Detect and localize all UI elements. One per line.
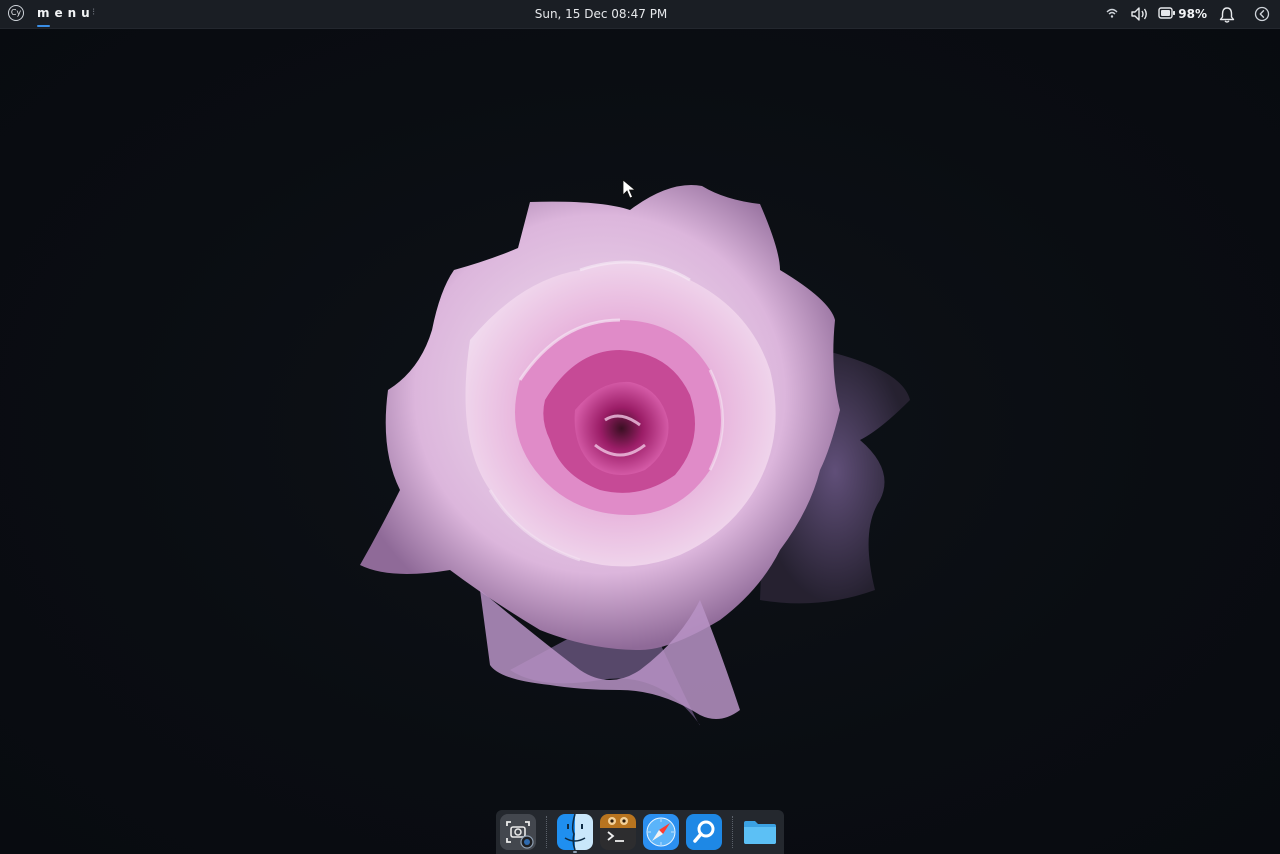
terminal-icon[interactable] [600,814,636,850]
battery-percentage[interactable]: 98% [1178,7,1207,21]
flower-wallpaper [360,185,910,726]
battery-icon[interactable] [1158,6,1176,23]
system-tray: 98% [1080,0,1280,28]
clock[interactable]: Sun, 15 Dec 08:47 PM [0,7,1202,21]
wifi-icon[interactable] [1106,6,1118,23]
finder-running-indicator [573,851,577,853]
screenshot-camera-icon[interactable] [500,814,536,850]
dock [496,810,784,854]
magnifier-icon[interactable] [686,814,722,850]
volume-icon[interactable] [1130,6,1150,25]
desktop: Cy menu ⁝ Sun, 15 Dec 08:47 PM 98% [0,0,1280,854]
top-panel: Cy menu ⁝ Sun, 15 Dec 08:47 PM 98% [0,0,1280,29]
menu-active-indicator [37,25,50,27]
finder-face-icon[interactable] [557,814,593,850]
chevron-left-icon[interactable] [1254,6,1270,25]
dock-separator [732,816,734,848]
dock-separator [546,816,548,848]
bell-icon[interactable] [1218,6,1236,27]
compass-icon[interactable] [643,814,679,850]
mouse-cursor-icon [622,179,637,199]
folder-icon[interactable] [742,814,778,850]
